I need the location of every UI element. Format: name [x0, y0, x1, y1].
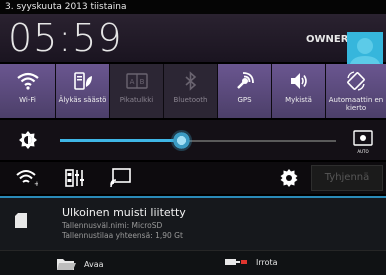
- wifi-settings-icon: +: [16, 170, 38, 187]
- notification-volume-name: Tallennusväl.nimi: MicroSD: [62, 221, 163, 230]
- auto-brightness-icon: [353, 130, 373, 146]
- notification-capacity: Tallennustilaa yhteensä: 1,90 Gt: [62, 231, 183, 240]
- owner-label[interactable]: OWNER: [306, 34, 348, 45]
- folder-icon: [57, 259, 76, 270]
- bluetooth-icon: [180, 70, 202, 92]
- toggle-quick-translator[interactable]: AB Pikatulkki: [110, 64, 164, 118]
- toggle-mute[interactable]: Mykistä: [272, 64, 326, 118]
- toggle-wifi[interactable]: Wi-Fi: [0, 64, 56, 118]
- notification-title: Ulkoinen muisti liitetty: [62, 206, 186, 219]
- settings-button[interactable]: [278, 167, 300, 189]
- toggle-label: Älykäs säästö: [58, 96, 107, 104]
- screen-mirror-icon: [110, 168, 131, 188]
- gps-icon: [234, 70, 256, 92]
- screen-mirror-button[interactable]: [110, 167, 132, 189]
- unmount-icon: [225, 259, 247, 265]
- sim-settings-button[interactable]: [64, 167, 86, 189]
- mute-icon: [288, 70, 310, 92]
- notification-actions: Avaa Irrota: [0, 250, 386, 275]
- unmount-button[interactable]: Irrota: [224, 257, 278, 267]
- wifi-icon: [16, 70, 39, 92]
- status-date: 3. syyskuuta 2013 tiistaina: [5, 2, 127, 12]
- svg-text:+: +: [34, 180, 38, 187]
- gear-icon: [280, 169, 298, 187]
- storage-notification[interactable]: Ulkoinen muisti liitetty Tallennusväl.ni…: [0, 196, 386, 275]
- brightness-icon: [18, 130, 38, 154]
- auto-brightness-button[interactable]: AUTO: [353, 130, 373, 154]
- toggle-auto-rotate[interactable]: Automaattin en kierto: [326, 64, 386, 118]
- equalizer-icon: [65, 169, 84, 187]
- open-label: Avaa: [84, 259, 104, 269]
- quick-toggles: Wi-Fi Älykäs säästö AB Pikatulkki Blueto…: [0, 64, 386, 118]
- brightness-slider-fill: [60, 139, 182, 142]
- wifi-settings-button[interactable]: +: [16, 167, 38, 189]
- toggle-label: Bluetooth: [173, 96, 208, 104]
- brightness-row: AUTO: [0, 120, 386, 160]
- toggle-label: Wi-Fi: [19, 96, 36, 104]
- clock: 05:59: [8, 16, 123, 60]
- notification-header: 05:59 OWNER: [0, 14, 386, 70]
- auto-rotate-icon: [345, 70, 367, 92]
- brightness-slider-thumb[interactable]: [170, 130, 192, 151]
- toggle-label: Pikatulkki: [119, 96, 154, 104]
- toggle-label: GPS: [237, 96, 252, 104]
- status-bar: 3. syyskuuta 2013 tiistaina: [0, 0, 386, 14]
- svg-text:A: A: [129, 78, 134, 86]
- quick-settings-row: + Tyhjennä: [0, 162, 386, 194]
- open-button[interactable]: Avaa: [56, 257, 104, 271]
- toggle-label: Automaattin en kierto: [328, 96, 384, 112]
- toggle-gps[interactable]: GPS: [218, 64, 272, 118]
- quick-translator-icon: AB: [125, 70, 148, 92]
- toggle-bluetooth[interactable]: Bluetooth: [164, 64, 218, 118]
- toggle-smart-save[interactable]: Älykäs säästö: [56, 64, 110, 118]
- sd-card-icon: [8, 205, 34, 235]
- svg-text:B: B: [139, 78, 144, 86]
- toggle-label: Mykistä: [285, 96, 312, 104]
- clear-notifications-button[interactable]: Tyhjennä: [311, 165, 383, 191]
- smart-save-icon: [72, 70, 94, 92]
- unmount-label: Irrota: [256, 257, 278, 267]
